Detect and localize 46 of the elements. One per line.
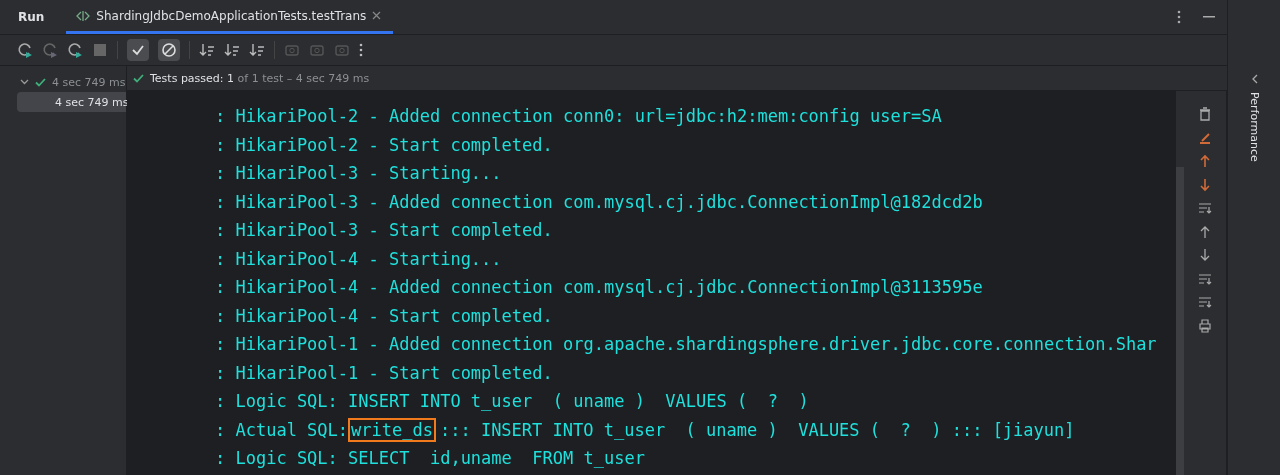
collapse-icon[interactable]	[1250, 74, 1258, 84]
rerun-icon[interactable]	[17, 42, 33, 58]
print-icon[interactable]	[1198, 318, 1212, 333]
scroll-down-icon[interactable]	[1198, 295, 1212, 309]
trash-icon[interactable]	[1198, 107, 1212, 121]
chevron-icon	[20, 79, 29, 85]
more-icon[interactable]	[359, 43, 363, 57]
show-ignored-toggle[interactable]	[158, 39, 180, 61]
panel-title: Run	[17, 10, 45, 24]
scroll-to-end-icon[interactable]	[1198, 201, 1212, 215]
rerun-failed-icon[interactable]	[42, 42, 58, 58]
console-line: : HikariPool-4 - Starting...	[215, 247, 503, 271]
more-icon[interactable]	[1177, 10, 1181, 24]
console-line: : HikariPool-4 - Start completed.	[215, 304, 554, 328]
editor-tab[interactable]: ShardingJdbcDemoApplicationTests.testTrans	[66, 0, 394, 34]
previous-icon[interactable]	[1198, 224, 1212, 239]
console-line: : HikariPool-4 - Added connection com.mysql.cj.jdbc.ConnectionImpl@3113595e	[215, 276, 984, 299]
camera-icon	[284, 42, 300, 58]
tree-item[interactable]: 4 sec 749 ms	[0, 72, 126, 92]
down-arrow-icon[interactable]	[1198, 177, 1212, 192]
console-line: : HikariPool-3 - Added connection com.mysql.cj.jdbc.ConnectionImpl@182dcd2b	[215, 190, 984, 214]
console-line: : HikariPool-2 - Added connection conn0: url=jdbc:h2:mem:config user=SA	[215, 105, 943, 128]
console-line: : HikariPool-1 - Start completed.	[215, 361, 554, 385]
console-line: : Logic SQL: SELECT id,uname FROM t_user	[215, 447, 646, 470]
console-line: : HikariPool-3 - Starting...	[215, 162, 503, 185]
ban-icon	[161, 42, 177, 58]
console-line: : HikariPool-1 - Added connection org.apache.shardingsphere.driver.jdbc.core.connection.Shar	[215, 333, 1158, 356]
up-arrow-icon[interactable]	[1198, 154, 1212, 168]
console-line: : HikariPool-3 - Start completed.	[215, 219, 554, 242]
check-icon	[35, 77, 46, 87]
show-passed-toggle[interactable]	[127, 39, 149, 61]
console-line: : HikariPool-2 - Start completed.	[215, 133, 554, 157]
check-icon	[133, 73, 144, 83]
next-icon[interactable]	[1198, 248, 1212, 262]
clear-icon[interactable]	[1198, 130, 1212, 145]
test-icon	[76, 8, 91, 23]
side-panel-tab[interactable]: Performance	[1247, 92, 1261, 162]
close-icon[interactable]	[372, 11, 382, 20]
console-line: : Logic SQL: INSERT INTO t_user ( uname ) VALUES ( ? )	[215, 390, 810, 413]
collapse-icon[interactable]	[224, 42, 240, 58]
toggle-auto-test-icon[interactable]	[67, 42, 83, 58]
status-text: Tests passed: 1 of 1 test – 4 sec 749 ms	[150, 71, 370, 85]
stop-icon[interactable]	[92, 42, 108, 58]
scrollbar[interactable]	[1176, 167, 1184, 475]
sort-icon[interactable]	[199, 42, 215, 58]
console-line: : Actual SQL: write_ds ::: INSERT INTO t_user ( uname ) VALUES ( ? ) ::: [jiayun]	[215, 418, 1076, 442]
